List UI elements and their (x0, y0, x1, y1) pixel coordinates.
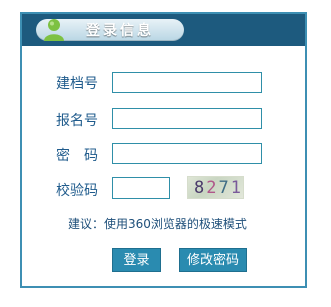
captcha-input[interactable] (112, 177, 170, 199)
captcha-image[interactable]: 8271 (187, 176, 244, 199)
file-no-input[interactable] (112, 72, 262, 93)
password-label: 密 码 (56, 148, 98, 164)
login-button[interactable]: 登录 (112, 248, 161, 272)
captcha-label: 校验码 (56, 183, 98, 199)
file-no-label: 建档号 (56, 76, 98, 92)
browser-hint: 建议：使用360浏览器的极速模式 (68, 217, 247, 231)
signup-no-input[interactable] (112, 108, 262, 129)
password-input[interactable] (112, 143, 262, 164)
panel-title: 登录信息 (86, 23, 154, 39)
signup-no-label: 报名号 (56, 113, 98, 129)
login-panel: 登录信息 建档号 报名号 密 码 校验码 8271 建议：使用360浏览器的极速… (20, 12, 307, 288)
panel-header: 登录信息 (22, 14, 305, 46)
user-icon (44, 19, 64, 41)
captcha-text: 8271 (194, 178, 243, 198)
change-password-button[interactable]: 修改密码 (179, 248, 247, 272)
